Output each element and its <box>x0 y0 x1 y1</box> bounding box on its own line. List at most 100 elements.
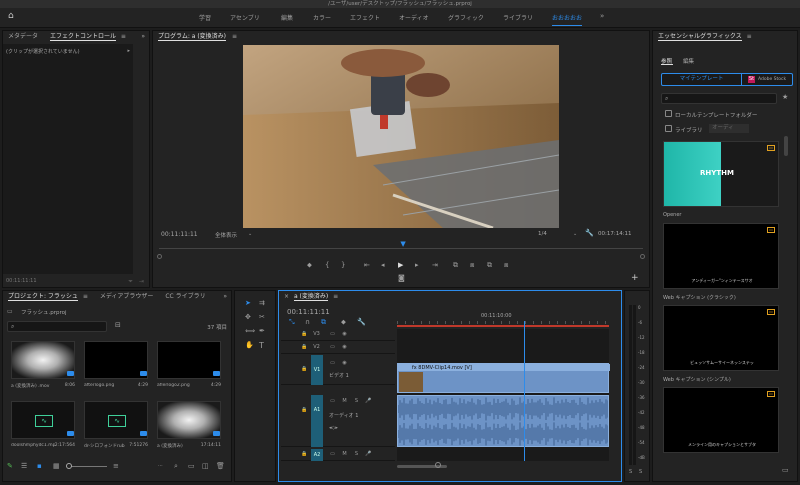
solo-left-icon[interactable]: S <box>629 469 632 476</box>
mute-a1-icon[interactable]: M <box>341 398 348 405</box>
a2-lane[interactable] <box>397 449 609 461</box>
program-menu-icon[interactable]: ≡ <box>232 33 237 40</box>
video-frame[interactable] <box>243 45 559 228</box>
step-back-icon[interactable]: ◂ <box>381 262 385 269</box>
scroll-left-handle[interactable] <box>157 254 162 259</box>
new-bin-icon[interactable]: ⊟ <box>115 322 121 329</box>
workspace-libraries[interactable]: ライブラリ <box>503 13 533 22</box>
insert-icon[interactable]: ⧉ <box>487 262 492 269</box>
hand-tool-icon[interactable]: ✋ <box>245 342 254 349</box>
razor-tool-icon[interactable]: ✂ <box>259 314 265 321</box>
eye-v2-icon[interactable]: ◉ <box>341 344 348 351</box>
track-v1-label[interactable]: V1 <box>311 355 323 385</box>
more-workspaces-icon[interactable]: » <box>600 13 604 20</box>
mark-out-icon[interactable]: } <box>341 262 345 269</box>
timeline-settings-icon[interactable]: 🔧 <box>357 319 366 326</box>
library-select[interactable]: オーディ <box>709 124 749 133</box>
program-playhead[interactable]: ▼ <box>400 241 405 248</box>
tab-edit[interactable]: 編集 <box>683 57 694 65</box>
eye-v1-icon[interactable]: ◉ <box>341 360 348 367</box>
new-layer-icon[interactable]: ▭ <box>782 467 789 474</box>
sync-v2-icon[interactable]: ▭ <box>329 344 336 351</box>
tab-media-browser[interactable]: メディアブラウザー <box>100 293 154 300</box>
icon-view-icon[interactable]: ▪ <box>37 463 42 470</box>
lock-a2-icon[interactable]: 🔒 <box>301 451 308 458</box>
workspace-custom[interactable]: おおおおお <box>552 13 583 26</box>
workspace-graphics[interactable]: グラフィック <box>448 13 484 22</box>
timeline-close-icon[interactable]: × <box>284 293 289 300</box>
template-thumbnail[interactable]: ビュッソサムーサイーネッンステッ ▭ <box>663 305 779 371</box>
solo-a1-icon[interactable]: S <box>353 398 360 405</box>
workspace-effects[interactable]: エフェクト <box>350 13 380 22</box>
work-area-bar[interactable] <box>397 325 609 327</box>
extract-icon[interactable]: ⧈ <box>470 262 474 269</box>
play-triangle-icon[interactable]: ▸ <box>127 48 130 55</box>
libraries-checkbox[interactable] <box>665 125 672 132</box>
template-thumbnail[interactable]: RHYTHM ▭ <box>663 141 779 207</box>
solo-right-icon[interactable]: S <box>639 469 642 476</box>
go-to-in-icon[interactable]: ⇤ <box>364 262 370 269</box>
tab-project[interactable]: プロジェクト: フラッシュ <box>8 293 78 301</box>
list-view-icon[interactable]: ☰ <box>21 463 27 470</box>
project-item[interactable]: a (変換済み) .mov 8:06 <box>11 341 77 395</box>
workspace-audio[interactable]: オーディオ <box>399 13 429 22</box>
add-marker-icon[interactable]: ⬥ <box>341 319 346 326</box>
linked-selection-icon[interactable]: ⧉ <box>321 319 326 326</box>
lock-a1-icon[interactable]: 🔒 <box>301 407 308 414</box>
automate-icon[interactable]: ⋯ <box>158 463 163 470</box>
track-a1-label[interactable]: A1 <box>311 395 323 447</box>
track-select-tool-icon[interactable]: ⇉ <box>259 300 265 307</box>
type-tool-icon[interactable]: T <box>259 342 264 350</box>
go-to-out-icon[interactable]: ⇥ <box>432 262 438 269</box>
zoom-slider-handle[interactable] <box>66 463 72 469</box>
sync-a2-icon[interactable]: ▭ <box>329 451 336 458</box>
project-expand-icon[interactable]: » <box>223 291 227 303</box>
play-icon[interactable]: ▶ <box>398 262 403 269</box>
expand-icon[interactable]: » <box>141 31 145 43</box>
lock-v3-icon[interactable]: 🔒 <box>301 331 308 338</box>
tab-cc-libraries[interactable]: CC ライブラリ <box>165 293 205 300</box>
mute-a2-icon[interactable]: M <box>341 451 348 458</box>
quality-dropdown-chevron-icon[interactable]: ⌄ <box>573 231 577 238</box>
zoom-slider[interactable] <box>67 466 107 467</box>
lock-v1-icon[interactable]: 🔒 <box>301 366 308 373</box>
template-search-input[interactable]: ⌕ <box>661 93 777 104</box>
timeline-menu-icon[interactable]: ≡ <box>333 293 338 300</box>
sync-a1-icon[interactable]: ▭ <box>329 398 336 405</box>
audio-clip[interactable] <box>397 395 609 447</box>
new-bin-bottom-icon[interactable]: ▭ <box>188 463 195 470</box>
fit-dropdown[interactable]: 全体表示 <box>215 231 237 239</box>
template-thumbnail[interactable]: メンライン用のキャプションとサブタ ▭ <box>663 387 779 453</box>
home-icon[interactable]: ⌂ <box>8 12 14 21</box>
sync-v1-icon[interactable]: ▭ <box>329 360 336 367</box>
solo-a2-icon[interactable]: S <box>353 451 360 458</box>
project-item[interactable]: ∿ doolshmphydc1.mp3 2:17:564 <box>11 401 77 455</box>
mic-a2-icon[interactable]: 🎤 <box>365 451 372 458</box>
camera-icon[interactable]: ◙ <box>398 275 405 282</box>
template-scrollbar[interactable] <box>784 136 788 156</box>
workspace-color[interactable]: カラー <box>313 13 331 22</box>
ripple-edit-tool-icon[interactable]: ✥ <box>245 314 251 321</box>
freeform-view-icon[interactable]: ▦ <box>53 463 60 470</box>
time-ruler[interactable] <box>397 321 609 324</box>
panel-menu-icon[interactable]: ≡ <box>121 33 126 40</box>
project-item[interactable]: ∿ dr-シロフォンドrub 7:51276 <box>84 401 150 455</box>
workspace-assembly[interactable]: アセンブリ <box>230 13 260 22</box>
export-icon[interactable]: ⇥ <box>139 278 144 285</box>
project-item[interactable]: a (変換済み) 17:14:11 <box>157 401 223 455</box>
my-templates-button[interactable]: マイテンプレート <box>662 74 742 85</box>
pencil-icon[interactable]: ✎ <box>7 463 13 470</box>
filter-icon[interactable]: ⏷ <box>128 278 133 285</box>
add-button-icon[interactable]: + <box>631 274 639 283</box>
timeline-scroll-handle[interactable] <box>435 462 441 468</box>
tab-effect-controls[interactable]: エフェクトコントロール <box>49 33 116 41</box>
quality-dropdown[interactable]: 1/4 <box>538 231 547 237</box>
project-search-input[interactable]: ⌕ <box>7 321 107 332</box>
nest-icon[interactable]: ⤡ <box>289 319 295 326</box>
wrench-icon[interactable]: 🔧 <box>585 230 594 237</box>
program-scrub-bar[interactable]: ▼ <box>157 241 645 259</box>
tab-metadata[interactable]: メタデータ <box>8 33 38 40</box>
track-v3-label[interactable]: V3 <box>313 331 320 338</box>
mark-in-icon[interactable]: { <box>325 262 329 269</box>
workspace-edit[interactable]: 編集 <box>281 13 293 22</box>
